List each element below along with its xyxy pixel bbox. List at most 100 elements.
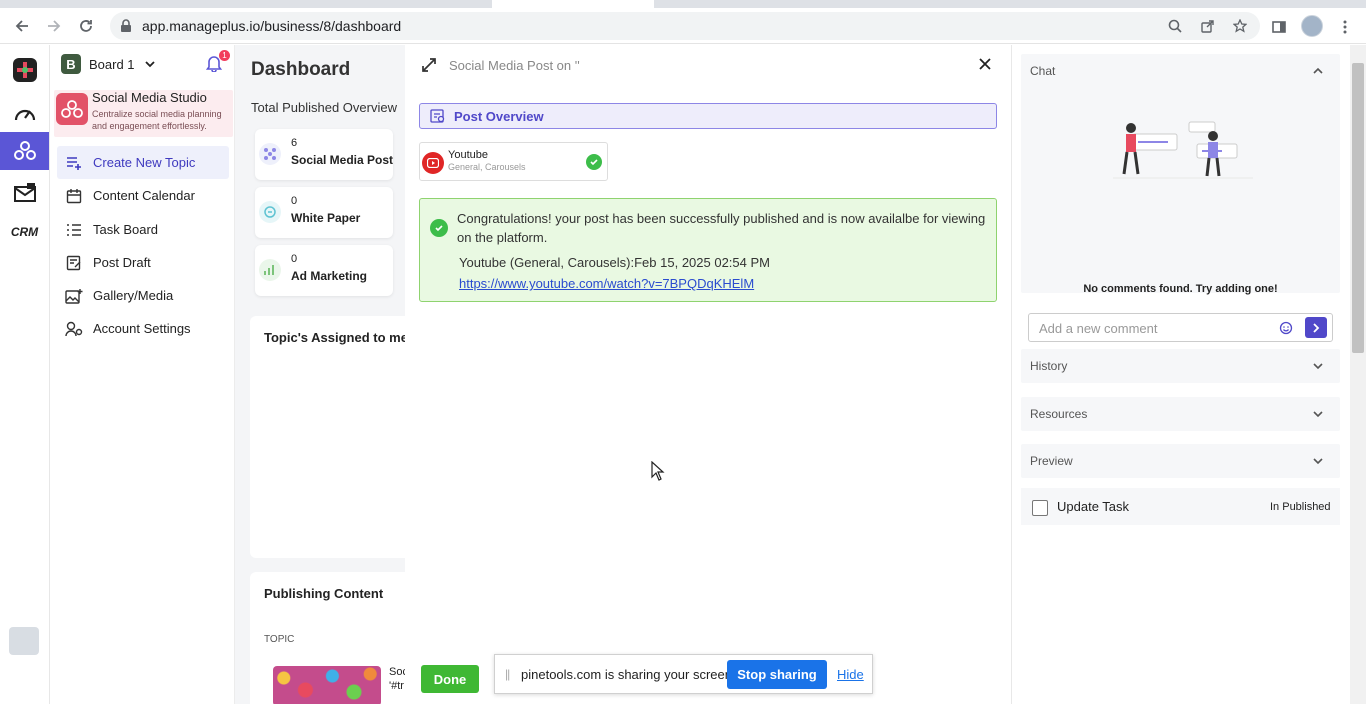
gallery-icon <box>65 287 83 305</box>
page-scrollbar[interactable] <box>1350 45 1366 704</box>
menu-create-new-topic[interactable]: Create New Topic <box>57 146 229 179</box>
success-alert: Congratulations! your post has been succ… <box>419 198 997 302</box>
speedometer-icon[interactable] <box>0 94 49 132</box>
share-text: pinetools.com is sharing your screen. <box>521 667 736 682</box>
post-thumbnail[interactable] <box>273 666 381 704</box>
stat-label: Social Media Post <box>291 153 394 167</box>
lock-icon <box>120 19 132 38</box>
browser-tabstrip <box>0 0 1366 8</box>
profile-avatar[interactable] <box>1301 15 1323 37</box>
board-badge: B <box>61 54 81 74</box>
update-task-checkbox[interactable] <box>1032 500 1048 516</box>
board-name: Board 1 <box>89 56 135 72</box>
share-icon[interactable] <box>1200 18 1216 34</box>
reload-icon[interactable] <box>76 16 96 36</box>
page-title: Dashboard <box>251 59 351 80</box>
post-overview-tab[interactable]: Post Overview <box>419 103 997 129</box>
drag-handle-icon[interactable]: || <box>505 667 510 681</box>
social-studio-icon[interactable] <box>0 132 49 170</box>
menu-content-calendar[interactable]: Content Calendar <box>57 179 229 212</box>
menu-account-settings[interactable]: Account Settings <box>57 312 229 345</box>
menu-post-draft[interactable]: Post Draft <box>57 246 229 279</box>
close-icon[interactable] <box>978 57 992 76</box>
more-menu-icon[interactable] <box>1336 18 1354 36</box>
task-status: In Published <box>1270 501 1331 513</box>
update-task-label: Update Task <box>1057 499 1130 514</box>
studio-card[interactable]: Social Media Studio Centralize social me… <box>54 90 233 137</box>
list-add-icon <box>65 154 83 172</box>
chevron-down-icon <box>144 60 155 67</box>
comment-input[interactable]: Add a new comment <box>1028 313 1333 342</box>
bookmark-star-icon[interactable] <box>1232 18 1248 34</box>
stat-count: 0 <box>291 195 298 207</box>
done-button[interactable]: Done <box>421 665 479 693</box>
stop-sharing-button[interactable]: Stop sharing <box>727 660 827 689</box>
update-task-row: Update Task In Published <box>1021 488 1340 525</box>
assigned-topics-panel: Topic's Assigned to me <box>250 316 405 558</box>
address-bar[interactable]: app.manageplus.io/business/8/dashboard <box>110 12 1260 40</box>
menu-task-board[interactable]: Task Board <box>57 213 229 246</box>
stat-label: Ad Marketing <box>291 269 368 283</box>
published-link[interactable]: https://www.youtube.com/watch?v=7BPQDqKH… <box>459 276 754 291</box>
dashboard-column: Dashboard Total Published Overview 6 Soc… <box>235 45 405 704</box>
user-thumbnail[interactable] <box>9 627 39 655</box>
back-icon[interactable] <box>12 16 32 36</box>
stat-card-white-paper[interactable]: 0 White Paper <box>255 187 393 238</box>
crm-label: CRM <box>10 225 39 239</box>
platform-name: Youtube <box>448 149 488 161</box>
assigned-title: Topic's Assigned to me <box>264 330 405 345</box>
menu-label: Create New Topic <box>93 155 196 170</box>
active-tab[interactable] <box>492 0 654 8</box>
left-menu: B Board 1 1 Social Media Studio Centrali… <box>50 45 235 704</box>
browser-toolbar: app.manageplus.io/business/8/dashboard <box>0 8 1366 44</box>
side-panel-icon[interactable] <box>1270 18 1288 36</box>
hide-button[interactable]: Hide <box>837 667 864 682</box>
menu-label: Post Draft <box>93 255 151 270</box>
stat-card-social[interactable]: 6 Social Media Post <box>255 129 393 180</box>
forward-icon[interactable] <box>44 16 64 36</box>
menu-gallery-media[interactable]: Gallery/Media <box>57 279 229 312</box>
scrollbar-thumb[interactable] <box>1352 63 1364 353</box>
post-modal: Social Media Post on '' Post Overview Yo… <box>405 45 1012 704</box>
overview-subtitle: Total Published Overview <box>251 100 397 115</box>
mouse-cursor-icon <box>651 460 665 486</box>
history-section[interactable]: History <box>1021 349 1340 383</box>
studio-title: Social Media Studio <box>92 90 207 105</box>
share-nodes-icon <box>259 143 281 165</box>
resources-section[interactable]: Resources <box>1021 397 1340 431</box>
ad-marketing-icon <box>259 259 281 281</box>
expand-icon[interactable] <box>421 57 437 78</box>
menu-label: Task Board <box>93 222 159 237</box>
menu-label: Content Calendar <box>93 188 195 203</box>
topic-row-text[interactable]: Soc '#tr <box>389 665 405 693</box>
board-selector[interactable]: B Board 1 <box>61 54 155 74</box>
empty-comments-text: No comments found. Try adding one! <box>1083 283 1278 295</box>
menu-label: Gallery/Media <box>93 288 174 303</box>
mail-campaign-icon[interactable] <box>0 174 49 212</box>
platform-card-youtube[interactable]: Youtube General, Carousels <box>419 142 608 181</box>
empty-chat-illustration <box>1113 121 1253 179</box>
menu-label: Account Settings <box>93 321 191 336</box>
app-logo-icon[interactable] <box>0 51 49 89</box>
resources-title: Resources <box>1030 407 1088 421</box>
preview-section[interactable]: Preview <box>1021 444 1340 478</box>
topic-column-header: TOPIC <box>264 634 295 645</box>
send-icon[interactable] <box>1305 317 1327 338</box>
comment-placeholder: Add a new comment <box>1039 321 1158 336</box>
topic-row-line-2: '#tr <box>389 680 404 692</box>
preview-title: Preview <box>1030 454 1073 468</box>
screen-share-bar: || pinetools.com is sharing your screen.… <box>494 654 873 694</box>
topic-row-line-1: Soc <box>389 666 405 678</box>
zoom-icon[interactable] <box>1167 18 1183 34</box>
overview-icon <box>430 109 446 128</box>
crm-icon[interactable]: CRM <box>0 213 49 251</box>
stat-label: White Paper <box>291 211 361 225</box>
success-message: Congratulations! your post has been succ… <box>457 211 986 245</box>
url-text: app.manageplus.io/business/8/dashboard <box>142 18 402 34</box>
notification-count: 1 <box>219 50 230 61</box>
chevron-up-icon[interactable] <box>1312 65 1324 77</box>
stat-card-ad-marketing[interactable]: 0 Ad Marketing <box>255 245 393 296</box>
emoji-icon[interactable] <box>1279 321 1293 340</box>
calendar-icon <box>65 187 83 205</box>
chevron-down-icon <box>1313 411 1323 418</box>
